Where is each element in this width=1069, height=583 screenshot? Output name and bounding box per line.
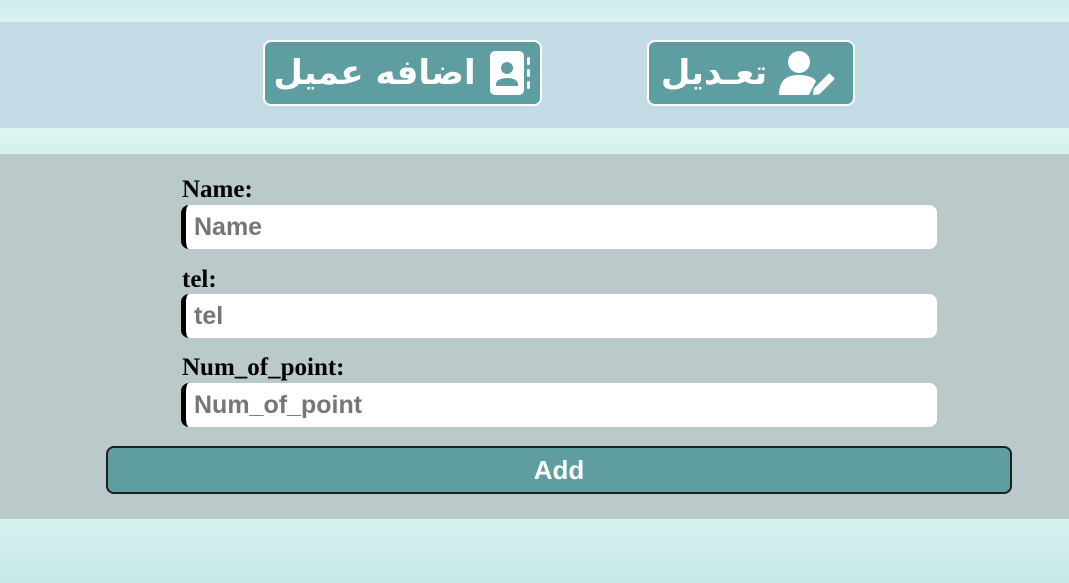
- num-of-point-input[interactable]: [181, 383, 937, 427]
- add-button[interactable]: Add: [106, 446, 1012, 494]
- add-customer-label: اضافه عميل: [273, 53, 476, 93]
- edit-label: تعـديل: [660, 53, 768, 93]
- header-bar: اضافه عميل تعـديل: [0, 22, 1069, 128]
- num-of-point-label: Num_of_point:: [182, 354, 345, 381]
- tel-label: tel:: [182, 266, 217, 293]
- add-customer-form: Name: tel: Num_of_point: Add: [0, 154, 1069, 519]
- add-customer-button[interactable]: اضافه عميل: [263, 40, 542, 106]
- address-book-icon: [488, 51, 532, 95]
- tel-input[interactable]: [181, 294, 937, 338]
- background-middle-strip: [0, 128, 1069, 154]
- background-top-strip: [0, 0, 1069, 22]
- name-label: Name:: [182, 176, 253, 203]
- user-edit-icon: [779, 50, 841, 96]
- name-input[interactable]: [181, 205, 937, 249]
- background-bottom-strip: [0, 519, 1069, 583]
- edit-button[interactable]: تعـديل: [647, 40, 855, 106]
